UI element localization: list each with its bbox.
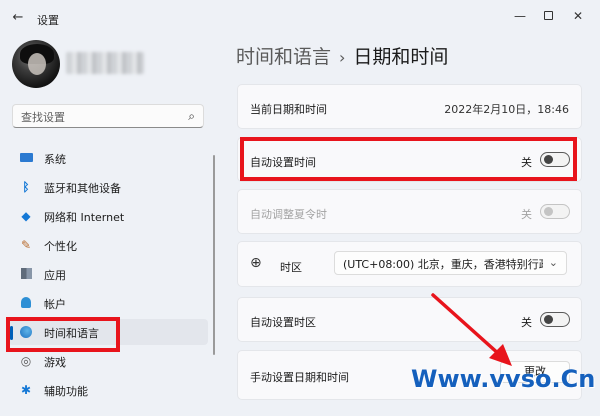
watermark: Www.vvso.Cn [411, 365, 596, 393]
red-arrow-icon [431, 293, 512, 366]
